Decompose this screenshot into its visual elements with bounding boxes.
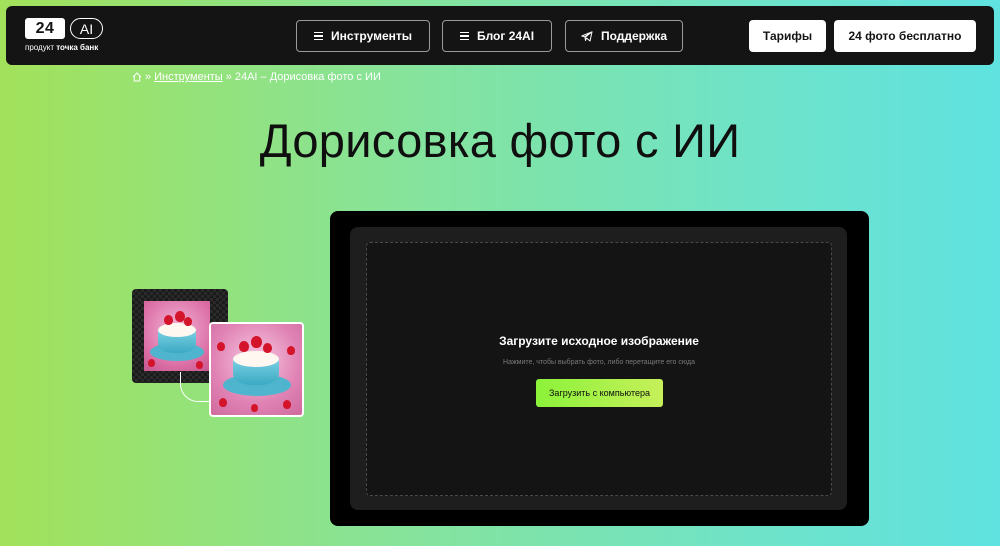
breadcrumb-separator: » (145, 71, 152, 83)
example-source-image (144, 301, 210, 371)
logo[interactable]: 24 AI продукт точка банк (25, 18, 103, 52)
upload-hint: Нажмите, чтобы выбрать фото, либо перета… (503, 359, 695, 366)
nav-blog-label: Блог 24AI (476, 29, 535, 43)
upload-title: Загрузите исходное изображение (499, 334, 699, 348)
example-result-image (209, 322, 304, 417)
nav-tools-label: Инструменты (330, 29, 413, 43)
logo-subtitle: продукт точка банк (25, 43, 103, 52)
upload-dropzone[interactable]: Загрузите исходное изображение Нажмите, … (366, 242, 832, 496)
logo-sub-brand: точка банк (56, 43, 99, 52)
free-photos-button[interactable]: 24 фото бесплатно (834, 20, 976, 52)
nav-support-label: Поддержка (600, 29, 668, 43)
page-title: Дорисовка фото с ИИ (259, 114, 741, 167)
breadcrumb-separator: » (225, 71, 232, 83)
logo-ai-badge: AI (70, 18, 103, 39)
menu-icon (313, 31, 323, 41)
breadcrumb-tools-link[interactable]: Инструменты (154, 71, 223, 83)
logo-sub-prefix: продукт (25, 43, 54, 52)
upload-panel-inner: Загрузите исходное изображение Нажмите, … (350, 227, 847, 510)
pricing-button[interactable]: Тарифы (749, 20, 826, 52)
upload-from-computer-button[interactable]: Загрузить с компьютера (536, 379, 663, 407)
nav-tools-button[interactable]: Инструменты (296, 20, 430, 52)
nav-support-button[interactable]: Поддержка (565, 20, 683, 52)
nav-blog-button[interactable]: Блог 24AI (442, 20, 552, 52)
menu-icon (459, 31, 469, 41)
telegram-icon (581, 30, 593, 41)
breadcrumb: » Инструменты » 24AI – Дорисовка фото с … (132, 71, 381, 83)
logo-mark: 24 (25, 18, 65, 39)
top-navigation-bar: 24 AI продукт точка банк Инструменты Бло… (6, 6, 994, 65)
upload-panel: Загрузите исходное изображение Нажмите, … (330, 211, 869, 526)
home-icon[interactable] (132, 72, 142, 82)
breadcrumb-current: 24AI – Дорисовка фото с ИИ (234, 71, 381, 83)
